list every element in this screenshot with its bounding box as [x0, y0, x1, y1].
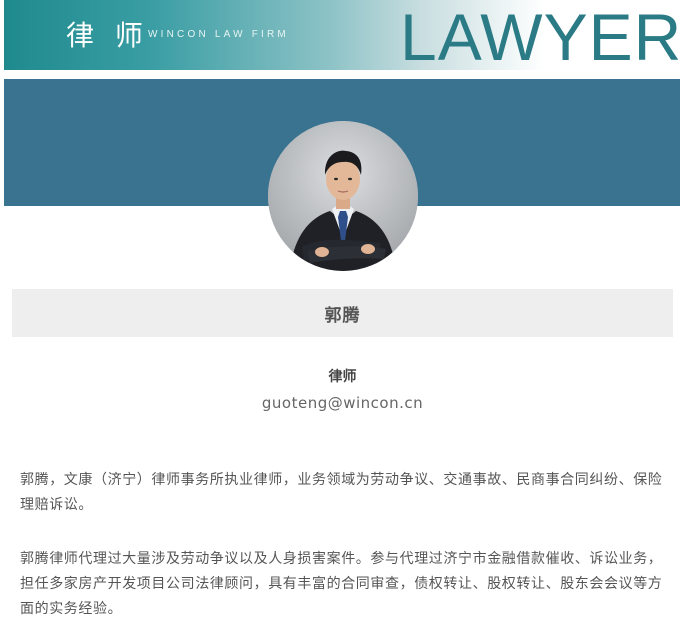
- banner-lawyer-word: LAWYER: [400, 0, 680, 70]
- lawyer-title: 律师: [328, 369, 357, 385]
- bio-paragraph-2: 郭腾律师代理过大量涉及劳动争议以及人身损害案件。参与代理过济宁市金融借款催收、诉…: [20, 551, 663, 617]
- bio-paragraph-1: 郭腾，文康（济宁）律师事务所执业律师，业务领域为劳动争议、交通事故、民商事合同纠…: [20, 472, 663, 513]
- header-banner: 律 师 WINCON LAW FIRM LAWYER: [4, 0, 680, 70]
- name-bar: 郭腾: [12, 289, 673, 337]
- lawyer-email[interactable]: guoteng@wincon.cn: [0, 394, 685, 412]
- avatar: [268, 121, 418, 271]
- lawyer-profile-page: 律 师 WINCON LAW FIRM LAWYER 郭腾 律师 guoteng…: [0, 0, 685, 632]
- banner-chinese-title: 律 师: [66, 19, 149, 52]
- person-portrait-icon: [268, 121, 418, 271]
- lawyer-name: 郭腾: [324, 305, 361, 326]
- banner-firm-name: WINCON LAW FIRM: [148, 29, 289, 40]
